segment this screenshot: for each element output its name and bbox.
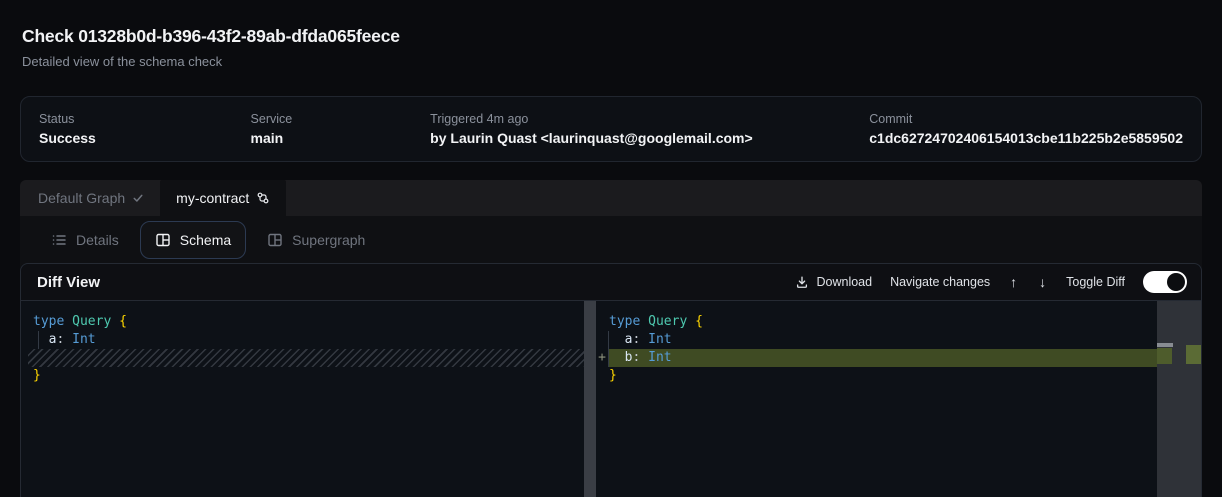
tab-default-graph[interactable]: Default Graph	[20, 180, 160, 216]
minimap-and-overview-ruler[interactable]	[1157, 301, 1201, 497]
code-line: a: Int	[33, 331, 127, 349]
code-line: a: Int	[609, 331, 703, 349]
download-icon	[795, 275, 809, 289]
commit-value: c1dc62724702406154013cbe11b225b2e5859502	[869, 130, 1183, 146]
minimap-slider[interactable]	[1157, 343, 1173, 347]
page-header: Check 01328b0d-b396-43f2-89ab-dfda065fee…	[22, 26, 400, 69]
diff-card: Diff View Download Navigate changes ↑ ↓	[20, 263, 1202, 497]
status-column: Status Success	[39, 112, 251, 146]
previous-change-button[interactable]: ↑	[1008, 274, 1019, 290]
commit-label: Commit	[869, 112, 1183, 126]
code-line: }	[33, 367, 127, 385]
columns-icon	[267, 232, 283, 248]
tab-details-label: Details	[76, 232, 119, 248]
columns-icon	[155, 232, 171, 248]
tab-default-graph-label: Default Graph	[38, 190, 125, 206]
tab-details[interactable]: Details	[36, 221, 134, 259]
toggle-diff-label: Toggle Diff	[1066, 275, 1125, 289]
check-content-panel: Details Schema Supergraph Diff View	[20, 216, 1202, 497]
download-button[interactable]: Download	[795, 275, 872, 289]
tab-schema[interactable]: Schema	[140, 221, 246, 259]
triggered-column: Triggered 4m ago by Laurin Quast <laurin…	[430, 112, 869, 146]
service-label: Service	[251, 112, 431, 126]
tab-supergraph[interactable]: Supergraph	[252, 221, 380, 259]
diff-placeholder-line	[33, 349, 127, 367]
schema-check-page: Check 01328b0d-b396-43f2-89ab-dfda065fee…	[0, 0, 1222, 497]
tab-my-contract-label: my-contract	[176, 190, 249, 206]
code-line: type Query {	[609, 313, 703, 331]
service-column: Service main	[251, 112, 431, 146]
triggered-value: by Laurin Quast <laurinquast@googlemail.…	[430, 130, 869, 146]
status-label: Status	[39, 112, 251, 126]
diff-view-title: Diff View	[37, 274, 100, 291]
added-code-line: b: Int	[609, 349, 703, 367]
schema-diff-editor[interactable]: + type Query { a: Int} type Query { a: I…	[21, 301, 1201, 497]
status-value: Success	[39, 130, 251, 146]
graph-tab-strip: Default Graph my-contract	[20, 180, 1202, 216]
page-subtitle: Detailed view of the schema check	[22, 54, 400, 69]
check-icon	[132, 192, 144, 204]
service-value: main	[251, 130, 431, 146]
toggle-diff-switch[interactable]	[1143, 271, 1187, 293]
list-icon	[51, 232, 67, 248]
minimap-added-marker	[1157, 348, 1172, 364]
code-line: type Query {	[33, 313, 127, 331]
tab-my-contract[interactable]: my-contract	[160, 180, 286, 216]
page-title: Check 01328b0d-b396-43f2-89ab-dfda065fee…	[22, 26, 400, 47]
triggered-label: Triggered 4m ago	[430, 112, 869, 126]
check-summary-card: Status Success Service main Triggered 4m…	[20, 96, 1202, 162]
git-compare-icon	[256, 191, 270, 205]
overview-ruler-added-marker	[1186, 345, 1201, 364]
diff-controls: Download Navigate changes ↑ ↓ Toggle Dif…	[795, 271, 1187, 293]
toggle-knob	[1167, 273, 1185, 291]
tab-supergraph-label: Supergraph	[292, 232, 365, 248]
download-label: Download	[816, 275, 872, 289]
left-pane-scrollbar[interactable]	[584, 301, 596, 497]
view-tabs: Details Schema Supergraph	[20, 216, 1202, 263]
diff-header: Diff View Download Navigate changes ↑ ↓	[21, 264, 1201, 301]
commit-column: Commit c1dc62724702406154013cbe11b225b2e…	[869, 112, 1183, 146]
arrow-down-icon: ↓	[1039, 274, 1046, 290]
next-change-button[interactable]: ↓	[1037, 274, 1048, 290]
arrow-up-icon: ↑	[1010, 274, 1017, 290]
tab-schema-label: Schema	[180, 232, 231, 248]
code-line: }	[609, 367, 703, 385]
diff-pane-original: type Query { a: Int}	[33, 313, 127, 385]
diff-pane-modified: type Query { a: Int b: Int}	[609, 313, 703, 385]
navigate-changes-label: Navigate changes	[890, 275, 990, 289]
added-line-marker: +	[595, 349, 609, 367]
